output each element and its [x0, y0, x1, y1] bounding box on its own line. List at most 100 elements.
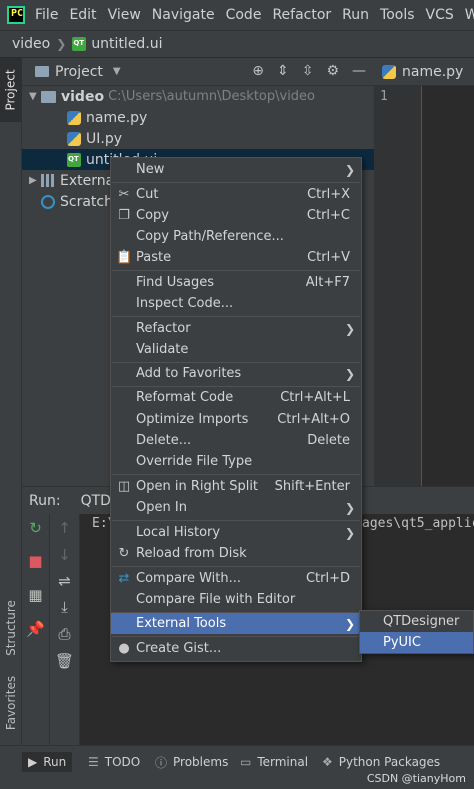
dropdown-arrow-icon[interactable]: ▼	[113, 66, 121, 77]
tree-row-file[interactable]: UI.py	[22, 128, 374, 149]
print-icon[interactable]: ⎙	[50, 625, 79, 643]
menu-window[interactable]: Window	[465, 7, 474, 23]
breadcrumb-project[interactable]: video	[12, 36, 50, 52]
menu-item-find-usages[interactable]: Find Usages Alt+F7	[111, 272, 361, 293]
copy-icon: ❐	[118, 208, 130, 223]
submenu-item-pyuic[interactable]: PyUIC	[360, 632, 473, 653]
menu-item-copy[interactable]: ❐ Copy Ctrl+C	[111, 205, 361, 226]
code-editor[interactable]: 1	[374, 86, 474, 486]
left-tool-strip: Project Structure Favorites	[0, 58, 22, 745]
project-view-selector[interactable]: Project	[55, 64, 103, 80]
python-packages-tool-button[interactable]: ❖ Python Packages	[322, 752, 440, 772]
python-file-icon	[67, 131, 81, 146]
expand-arrow-icon[interactable]: ▼	[29, 91, 41, 102]
menu-item-delete[interactable]: Delete... Delete	[111, 430, 361, 451]
menu-item-compare-with[interactable]: ⇄ Compare With... Ctrl+D	[111, 568, 361, 589]
list-icon: ☰	[88, 755, 99, 769]
chevron-right-icon: ❯	[56, 37, 67, 51]
menu-item-cut[interactable]: ✂ Cut Ctrl+X	[111, 184, 361, 205]
layout-icon[interactable]: ▦	[22, 586, 49, 604]
menu-item-override-file-type[interactable]: Override File Type	[111, 451, 361, 472]
editor-tabbar: name.py	[374, 58, 474, 86]
qt-file-icon	[72, 37, 87, 51]
menu-item-paste[interactable]: 📋 Paste Ctrl+V	[111, 247, 361, 268]
submenu-arrow-icon: ❯	[344, 525, 355, 540]
locate-icon[interactable]: ⊕	[252, 63, 264, 79]
packages-icon: ❖	[322, 755, 333, 769]
down-arrow-icon[interactable]: ↓	[50, 546, 79, 564]
minimize-icon[interactable]: —	[352, 63, 366, 79]
tree-row-root[interactable]: ▼ video C:\Users\autumn\Desktop\video	[22, 86, 374, 107]
submenu-arrow-icon: ❯	[344, 321, 355, 336]
submenu-arrow-icon: ❯	[344, 366, 355, 381]
menu-separator	[112, 520, 360, 521]
project-tool-tab[interactable]: Project	[0, 58, 22, 122]
menu-item-external-tools[interactable]: External Tools ❯	[111, 613, 361, 634]
watermark: CSDN @tianyHom	[366, 772, 466, 785]
collapse-all-icon[interactable]: ⇳	[302, 63, 314, 79]
gear-icon[interactable]: ⚙	[326, 63, 339, 79]
expand-all-icon[interactable]: ⇕	[277, 63, 289, 79]
breadcrumb-file[interactable]: untitled.ui	[91, 36, 162, 52]
menu-item-refactor[interactable]: Refactor ❯	[111, 318, 361, 339]
menu-refactor[interactable]: Refactor	[272, 7, 331, 23]
menu-item-new[interactable]: New ❯	[111, 159, 361, 180]
menu-code[interactable]: Code	[226, 7, 262, 23]
pin-icon[interactable]: 📌	[22, 620, 49, 638]
main-menubar: PC File Edit View Navigate Code Refactor…	[0, 0, 474, 30]
structure-tool-tab[interactable]: Structure	[0, 578, 22, 678]
menu-item-optimize-imports[interactable]: Optimize Imports Ctrl+Alt+O	[111, 409, 361, 430]
submenu-item-qtdesigner[interactable]: QTDesigner	[360, 611, 473, 632]
menu-run[interactable]: Run	[342, 7, 369, 23]
scroll-to-end-icon[interactable]: ⤓	[50, 598, 79, 616]
stop-icon[interactable]: ■	[22, 552, 49, 570]
menu-item-local-history[interactable]: Local History ❯	[111, 522, 361, 543]
favorites-tool-tab[interactable]: Favorites	[0, 668, 22, 738]
menu-navigate[interactable]: Navigate	[152, 7, 215, 23]
menu-item-validate[interactable]: Validate	[111, 339, 361, 360]
menu-separator	[112, 636, 360, 637]
soft-wrap-icon[interactable]: ⇌	[50, 572, 79, 590]
github-icon: ●	[118, 641, 130, 656]
menu-item-compare-file-with-editor[interactable]: Compare File with Editor	[111, 589, 361, 610]
collapsed-arrow-icon[interactable]: ▶	[29, 175, 41, 186]
library-icon	[41, 174, 55, 187]
menu-view[interactable]: View	[108, 7, 141, 23]
split-icon: ◫	[117, 479, 131, 494]
run-tool-button[interactable]: ▶ Run	[22, 752, 73, 772]
tree-row-file[interactable]: name.py	[22, 107, 374, 128]
menu-edit[interactable]: Edit	[69, 7, 96, 23]
scissors-icon: ✂	[118, 187, 130, 202]
menu-file[interactable]: File	[35, 7, 58, 23]
qt-file-icon	[67, 152, 81, 167]
menu-item-create-gist[interactable]: ● Create Gist...	[111, 638, 361, 659]
menu-item-copy-path[interactable]: Copy Path/Reference...	[111, 226, 361, 247]
menu-item-open-in-right-split[interactable]: ◫ Open in Right Split Shift+Enter	[111, 476, 361, 497]
editor-tab[interactable]: name.py	[402, 64, 463, 80]
console-toolbar: ↑ ↓ ⇌ ⤓ ⎙ 🗑	[50, 514, 80, 745]
menu-tools[interactable]: Tools	[380, 7, 415, 23]
folder-icon	[41, 90, 56, 103]
trash-icon[interactable]: 🗑	[50, 652, 79, 670]
menu-vcs[interactable]: VCS	[426, 7, 454, 23]
menu-separator	[112, 474, 360, 475]
problems-tool-button[interactable]: ⓘ Problems	[155, 752, 228, 772]
python-file-icon	[67, 110, 81, 125]
compare-icon: ⇄	[118, 571, 130, 586]
console-output-continued: ages\qt5_applic	[362, 516, 474, 531]
run-label: Run:	[29, 492, 61, 509]
line-number: 1	[380, 89, 388, 104]
project-panel-header: Project ▼ ⊕ ⇕ ⇳ ⚙ —	[22, 58, 374, 86]
menu-separator	[112, 270, 360, 271]
menu-item-reload-from-disk[interactable]: ↻ Reload from Disk	[111, 543, 361, 564]
todo-tool-button[interactable]: ☰ TODO	[88, 752, 140, 772]
menu-item-inspect-code[interactable]: Inspect Code...	[111, 293, 361, 314]
breadcrumb: video ❯ untitled.ui	[0, 30, 474, 58]
menu-item-add-to-favorites[interactable]: Add to Favorites ❯	[111, 363, 361, 384]
paste-icon: 📋	[116, 250, 133, 265]
up-arrow-icon[interactable]: ↑	[50, 519, 79, 537]
rerun-icon[interactable]: ↻	[22, 519, 49, 537]
menu-item-open-in[interactable]: Open In ❯	[111, 497, 361, 518]
terminal-tool-button[interactable]: ▭ Terminal	[240, 752, 308, 772]
menu-item-reformat-code[interactable]: Reformat Code Ctrl+Alt+L	[111, 387, 361, 408]
